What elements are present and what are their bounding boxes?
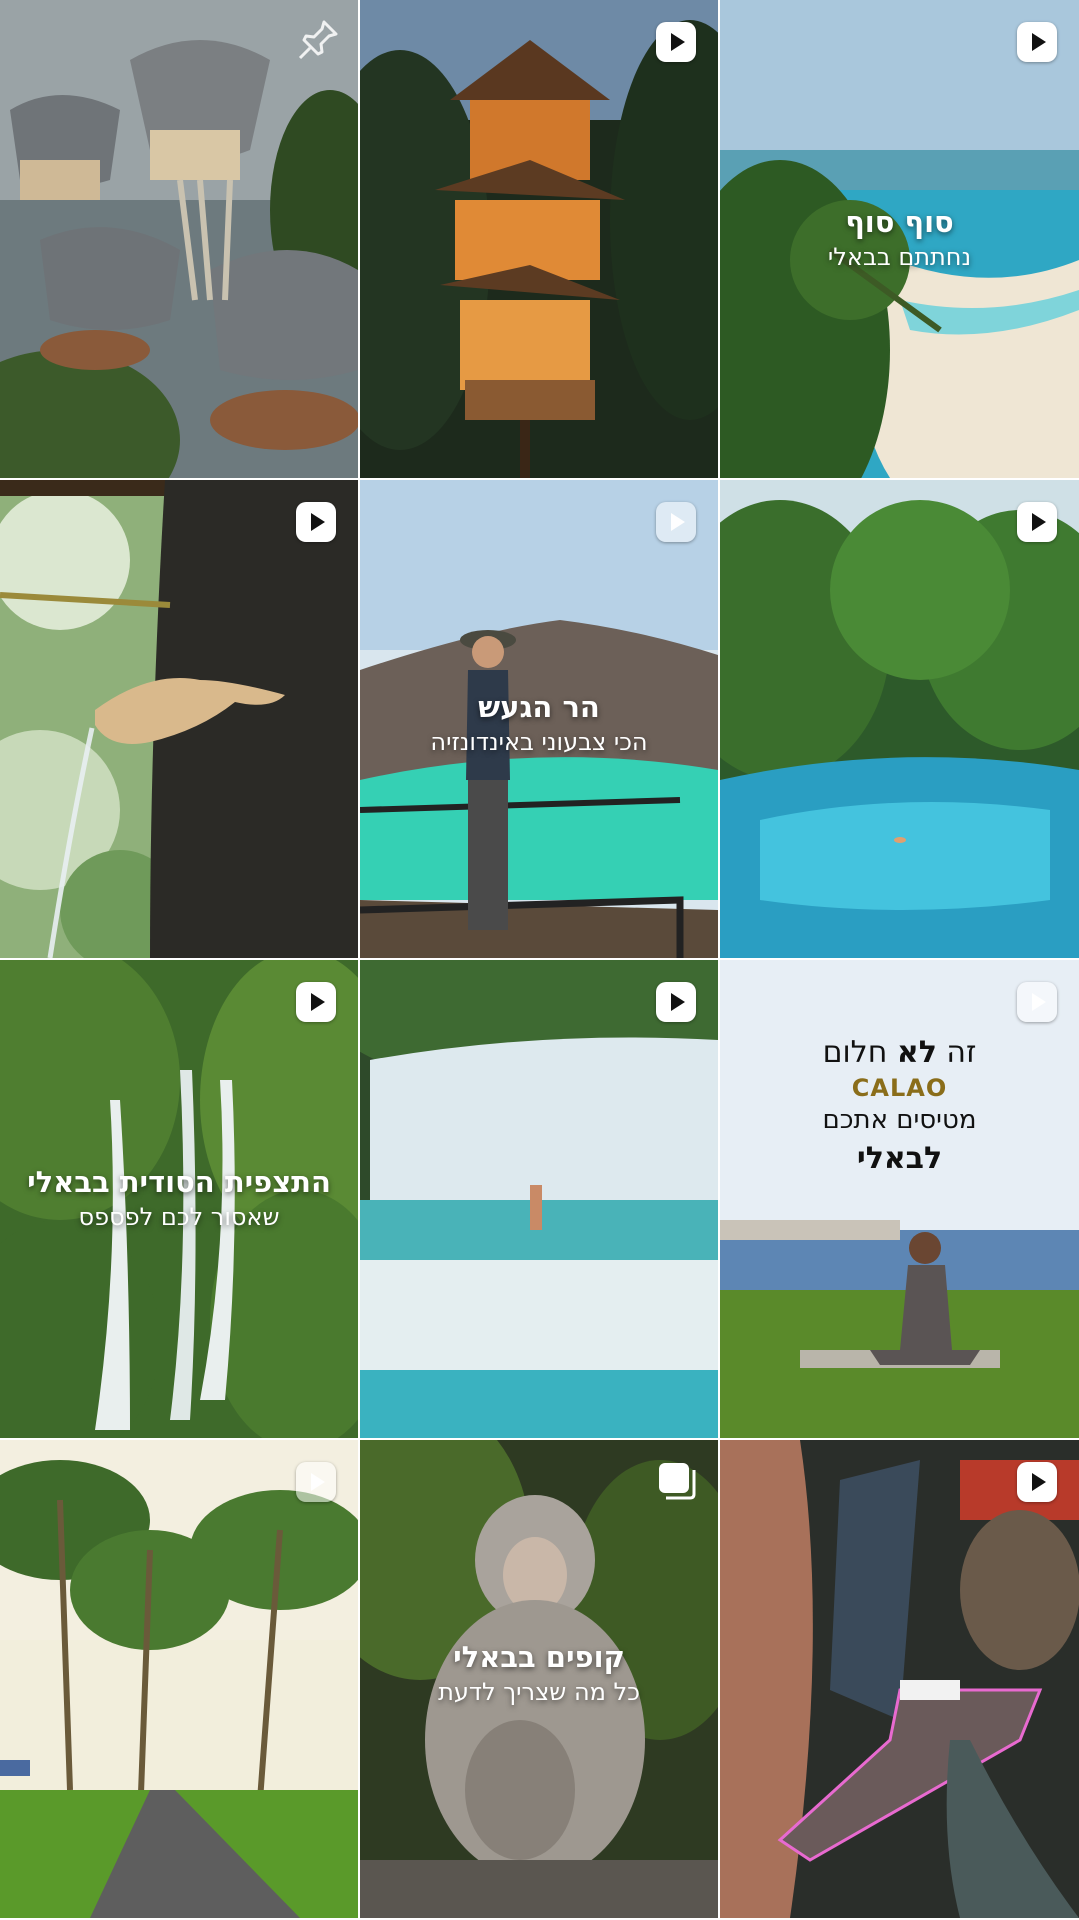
media-grid: סוף סוף נחתתם בבאלי הר הגעש הכי צבעוני ב… [0,0,1079,1920]
caption-subtitle: שאסור לכם לפספס [78,1203,280,1231]
tile-image [720,1440,1079,1918]
caption-line-4: לבאלי [856,1141,943,1177]
caption-title: קופים בבאלי [453,1640,625,1674]
grid-tile-monkeys[interactable]: קופים בבאלי כל מה שצריך לדעת [360,1440,718,1918]
caption-line-3: מטיסים אתכם [822,1105,977,1135]
play-icon [296,502,336,542]
caption-subtitle: הכי צבעוני באינדונזיה [430,728,648,756]
play-icon [296,1462,336,1502]
play-icon [296,982,336,1022]
caption-subtitle: נחתתם בבאלי [827,243,972,271]
play-icon [1017,1462,1057,1502]
play-icon [1017,502,1057,542]
grid-tile-shell-fountain[interactable] [0,480,358,958]
caption-title: הר הגעש [478,690,600,724]
play-icon [656,22,696,62]
tile-image [360,960,718,1438]
pin-icon [298,20,338,60]
grid-tile-treehouse-night[interactable] [360,0,718,478]
tile-image [0,1440,358,1918]
tile-caption: התצפית הסודית בבאלי שאסור לכם לפספס [0,1165,358,1231]
play-icon [1017,982,1057,1022]
caption-brand: CALAO [851,1074,948,1102]
tile-caption: הר הגעש הכי צבעוני באינדונזיה [360,690,718,756]
caption-title: סוף סוף [845,205,954,239]
tile-caption: קופים בבאלי כל מה שצריך לדעת [360,1640,718,1706]
grid-tile-waterfall-jungle[interactable]: התצפית הסודית בבאלי שאסור לכם לפספס [0,960,358,1438]
play-icon [656,982,696,1022]
grid-tile-beach-aerial[interactable]: סוף סוף נחתתם בבאלי [720,0,1079,478]
grid-tile-crater-lake[interactable]: הר הגעש הכי צבעוני באינדונזיה [360,480,718,958]
tile-image [0,0,358,478]
tile-image [360,0,718,478]
tile-caption: זה לא חלום CALAO מטיסים אתכם לבאלי [720,1032,1079,1180]
grid-tile-bamboo-huts[interactable] [0,0,358,478]
grid-tile-palm-road[interactable] [0,1440,358,1918]
grid-tile-jungle-lagoon[interactable] [720,480,1079,958]
grid-tile-cascades[interactable] [360,960,718,1438]
tile-image [720,480,1079,958]
carousel-icon [659,1463,696,1500]
caption-line-1: זה לא חלום [822,1035,977,1070]
caption-title: התצפית הסודית בבאלי [27,1165,331,1199]
play-icon [1017,22,1057,62]
grid-tile-canyon-dinner[interactable] [720,1440,1079,1918]
tile-caption: סוף סוף נחתתם בבאלי [720,205,1079,271]
caption-emphasis: לא [896,1035,937,1070]
play-icon [656,502,696,542]
caption-subtitle: כל מה שצריך לדעת [438,1678,640,1706]
grid-tile-calao-yoga[interactable]: זה לא חלום CALAO מטיסים אתכם לבאלי [720,960,1079,1438]
tile-image [0,480,358,958]
